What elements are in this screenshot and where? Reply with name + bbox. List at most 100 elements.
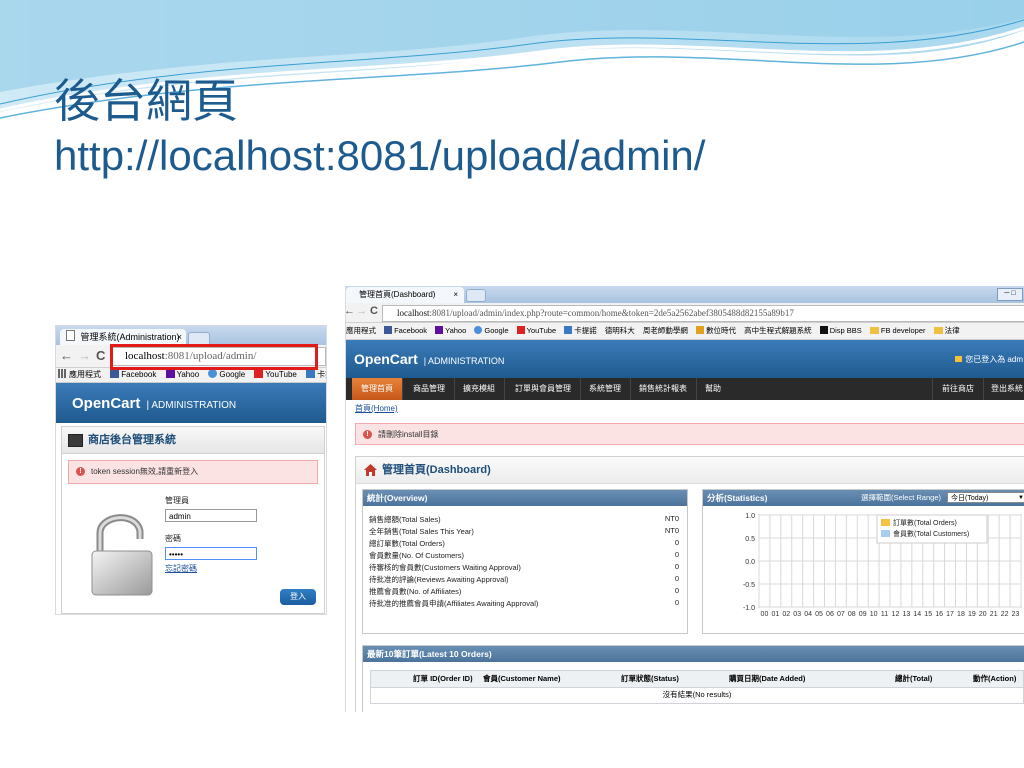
bookmark-item[interactable]: 數位時代 xyxy=(696,323,736,339)
col-status[interactable]: 訂單狀態(Status) xyxy=(621,671,679,687)
bookmark-facebook[interactable]: Facebook xyxy=(110,368,156,382)
col-order-id[interactable]: 訂單 ID(Order ID) xyxy=(413,671,473,687)
menu-item-sales[interactable]: 訂單與會員管理 xyxy=(506,378,581,400)
login-panel-title: 商店後台管理系統 xyxy=(88,434,176,446)
bookmark-icon xyxy=(819,326,828,334)
chart-y-tick-label: -0.5 xyxy=(743,582,755,589)
chart-x-tick-label: 00 xyxy=(761,611,769,618)
menu-item-extensions[interactable]: 擴充模組 xyxy=(454,378,505,400)
menu-item-logout[interactable]: 登出系統 xyxy=(982,378,1024,400)
chart-x-tick-label: 13 xyxy=(902,611,910,618)
statistics-chart: 1.00.50.0-0.5-1.000 01 02 03 04 05 06 07 08 09 10 1… xyxy=(743,513,1022,618)
alert-text: token session無效,請重新登入 xyxy=(91,467,199,476)
back-icon[interactable]: ← xyxy=(346,305,355,317)
bookmark-item[interactable]: 應用程式 xyxy=(346,323,376,339)
browser-tab[interactable]: 管理系統(Administration) × xyxy=(60,329,186,345)
bookmark-item[interactable]: 周老師動學網 xyxy=(643,323,688,339)
menu-item-dashboard[interactable]: 管理首頁 xyxy=(352,378,403,400)
menu-item-system[interactable]: 系統管理 xyxy=(580,378,631,400)
overview-row-label: 全年銷售(Total Sales This Year) xyxy=(369,527,474,536)
folder-icon xyxy=(869,327,879,334)
bookmark-label: 應用程式 xyxy=(69,370,101,379)
chart-x-tick-label: 19 xyxy=(968,611,976,618)
menu-item-help[interactable]: 幫助 xyxy=(696,378,730,400)
home-icon xyxy=(364,464,377,476)
new-tab-button[interactable] xyxy=(466,289,486,302)
reload-icon[interactable]: C xyxy=(370,305,378,317)
bookmark-icon xyxy=(306,369,316,378)
main-menu: 管理首頁 商品管理 擴充模組 訂單與會員管理 系統管理 銷售統計報表 幫助 前往… xyxy=(346,378,1024,400)
breadcrumb[interactable]: 首頁(Home) xyxy=(355,403,398,414)
bookmark-item[interactable]: Yahoo xyxy=(435,323,466,339)
bookmark-label: YouTube xyxy=(265,370,297,379)
overview-row-value: 0 xyxy=(674,538,679,547)
bookmark-katino[interactable]: 卡提 xyxy=(306,368,326,382)
browser-tab[interactable]: 管理首頁(Dashboard) × xyxy=(346,287,464,303)
forgot-password-link[interactable]: 忘記密碼 xyxy=(165,563,197,574)
address-bar[interactable]: localhost:8081/upload/admin/index.php?ro… xyxy=(382,305,1024,322)
bookmark-item[interactable]: FB developer xyxy=(869,323,926,339)
chart-legend-swatch xyxy=(881,519,890,526)
overview-row-value: 0 xyxy=(674,598,679,607)
bookmark-item[interactable]: 卡提諾 xyxy=(564,323,597,339)
tab-close-icon[interactable]: × xyxy=(177,329,182,345)
password-input[interactable]: ••••• xyxy=(165,547,257,560)
dashboard-header: 管理首頁(Dashboard) xyxy=(356,457,1024,484)
logged-in-status: 您已登入為 adm xyxy=(955,354,1023,365)
bookmark-icon xyxy=(564,326,573,334)
reload-icon[interactable]: C xyxy=(96,348,105,363)
opencart-logo[interactable]: OpenCart | ADMINISTRATION xyxy=(72,395,236,412)
window-controls[interactable]: ─ □ xyxy=(997,288,1023,301)
chart-x-tick-label: 04 xyxy=(804,611,812,618)
url-path: :8081/upload/admin/index.php?route=commo… xyxy=(429,308,794,318)
bookmark-icon xyxy=(696,326,704,334)
bookmark-google[interactable]: Google xyxy=(208,368,245,382)
facebook-icon xyxy=(110,369,120,378)
alert-text: 請刪除install目錄 xyxy=(378,430,439,439)
back-icon[interactable]: ← xyxy=(60,348,73,363)
chart-x-tick-label: 11 xyxy=(881,611,888,618)
bookmark-label: Facebook xyxy=(394,326,428,335)
bookmark-item[interactable]: 法律 xyxy=(933,323,960,339)
statistics-box: 分析(Statistics) 選擇範圍(Select Range) 今日(Tod… xyxy=(702,489,1024,634)
bookmark-item[interactable]: Facebook xyxy=(384,323,427,339)
col-total[interactable]: 總計(Total) xyxy=(895,671,932,687)
chart-y-tick-label: 0.0 xyxy=(745,559,755,566)
chart-x-tick-label: 18 xyxy=(957,611,965,618)
bookmark-item[interactable]: 高中生程式解題系統 xyxy=(744,323,812,339)
login-button[interactable]: 登入 xyxy=(280,589,316,605)
forward-icon[interactable]: → xyxy=(356,305,367,317)
dashboard-panel: 管理首頁(Dashboard) 統計(Overview) 銷售總額(Total … xyxy=(355,456,1024,712)
username-input[interactable]: admin xyxy=(165,509,257,522)
forward-icon[interactable]: → xyxy=(78,348,91,363)
bookmark-item[interactable]: Disp BBS xyxy=(819,323,862,339)
facebook-icon xyxy=(384,326,393,334)
col-date-added[interactable]: 購買日期(Date Added) xyxy=(729,671,805,687)
overview-header: 統計(Overview) xyxy=(363,490,687,506)
menu-item-store[interactable]: 前往商店 xyxy=(932,378,984,400)
lock-icon xyxy=(955,356,963,362)
bookmark-youtube[interactable]: YouTube xyxy=(254,368,297,382)
opencart-logo[interactable]: OpenCart | ADMINISTRATION xyxy=(354,351,504,367)
chart-x-tick-label: 12 xyxy=(892,611,900,618)
bookmark-item[interactable]: YouTube xyxy=(516,323,556,339)
login-panel-header: 商店後台管理系統 xyxy=(62,427,324,454)
menu-item-reports[interactable]: 銷售統計報表 xyxy=(630,378,697,400)
overview-row-label: 推薦會員數(No. of Affiliates) xyxy=(369,587,462,596)
chart-x-tick-label: 15 xyxy=(924,611,932,618)
range-select[interactable]: 今日(Today) ▼ xyxy=(947,492,1024,503)
bookmark-label: Google xyxy=(219,370,246,379)
logged-in-text: 您已登入為 adm xyxy=(965,355,1023,364)
warning-alert: ! 請刪除install目錄 xyxy=(355,423,1024,445)
chart-y-tick-label: 1.0 xyxy=(745,513,755,520)
bookmark-apps[interactable]: 應用程式 xyxy=(58,368,101,382)
col-customer[interactable]: 會員(Customer Name) xyxy=(483,671,561,687)
apps-icon xyxy=(58,369,67,378)
menu-item-catalog[interactable]: 商品管理 xyxy=(404,378,455,400)
tab-close-icon[interactable]: × xyxy=(453,287,458,303)
bookmark-item[interactable]: Google xyxy=(474,323,509,339)
bookmark-item[interactable]: 德明科大 xyxy=(605,323,635,339)
dashboard-title: 管理首頁(Dashboard) xyxy=(382,464,491,476)
bookmark-yahoo[interactable]: Yahoo xyxy=(165,368,199,382)
opencart-header: OpenCart | ADMINISTRATION xyxy=(56,383,326,423)
